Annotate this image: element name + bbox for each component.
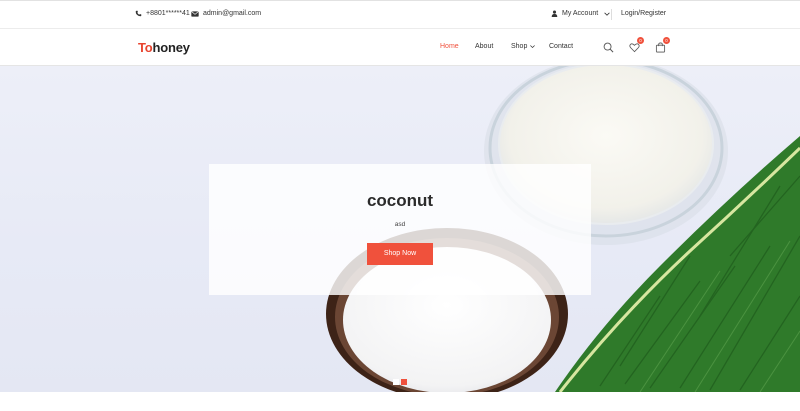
search-button[interactable] [603, 40, 614, 58]
hero-title: coconut [366, 191, 434, 210]
user-icon [551, 10, 558, 17]
chevron-down-icon [604, 12, 610, 16]
main-header: Tohoney Home About Shop Contact 0 0 [0, 29, 800, 66]
slide-dot-1[interactable] [393, 379, 399, 385]
wishlist-button[interactable]: 0 [629, 37, 644, 58]
login-register-link[interactable]: Login/Register [621, 10, 666, 17]
slider-pagination [393, 379, 407, 385]
chevron-down-icon [530, 45, 536, 49]
my-account-dropdown[interactable]: My Account [551, 10, 615, 17]
logo-text-to: To [138, 40, 153, 55]
nav-about[interactable]: About [475, 43, 493, 50]
envelope-icon [191, 10, 199, 17]
cart-count-badge: 0 [663, 37, 670, 44]
page-bottom-gap [0, 392, 800, 411]
nav-contact[interactable]: Contact [549, 43, 573, 50]
email-address: admin@gmail.com [203, 10, 262, 17]
nav-shop[interactable]: Shop [511, 43, 536, 50]
hero-slider: coconut asd Shop Now [0, 66, 800, 392]
nav-home[interactable]: Home [440, 43, 459, 50]
hero-banner: coconut asd Shop Now [209, 164, 591, 295]
hero-subtitle: asd [394, 221, 406, 228]
logo-text-honey: honey [152, 40, 190, 55]
search-icon [603, 42, 614, 53]
shop-now-button[interactable]: Shop Now [367, 243, 433, 265]
slide-dot-2-active[interactable] [401, 379, 407, 385]
wishlist-count-badge: 0 [637, 37, 644, 44]
phone-icon [135, 10, 142, 17]
divider [611, 9, 612, 20]
email-contact[interactable]: admin@gmail.com [191, 10, 261, 17]
my-account-label: My Account [562, 10, 599, 17]
nav-shop-label: Shop [511, 43, 528, 50]
cart-button[interactable]: 0 [655, 37, 670, 58]
phone-number: +8801******41 [146, 10, 190, 17]
top-bar: +8801******41 admin@gmail.com My Account… [0, 0, 800, 29]
login-register-label: Login/Register [621, 10, 667, 17]
site-logo[interactable]: Tohoney [138, 40, 190, 55]
phone-contact[interactable]: +8801******41 [135, 10, 190, 17]
